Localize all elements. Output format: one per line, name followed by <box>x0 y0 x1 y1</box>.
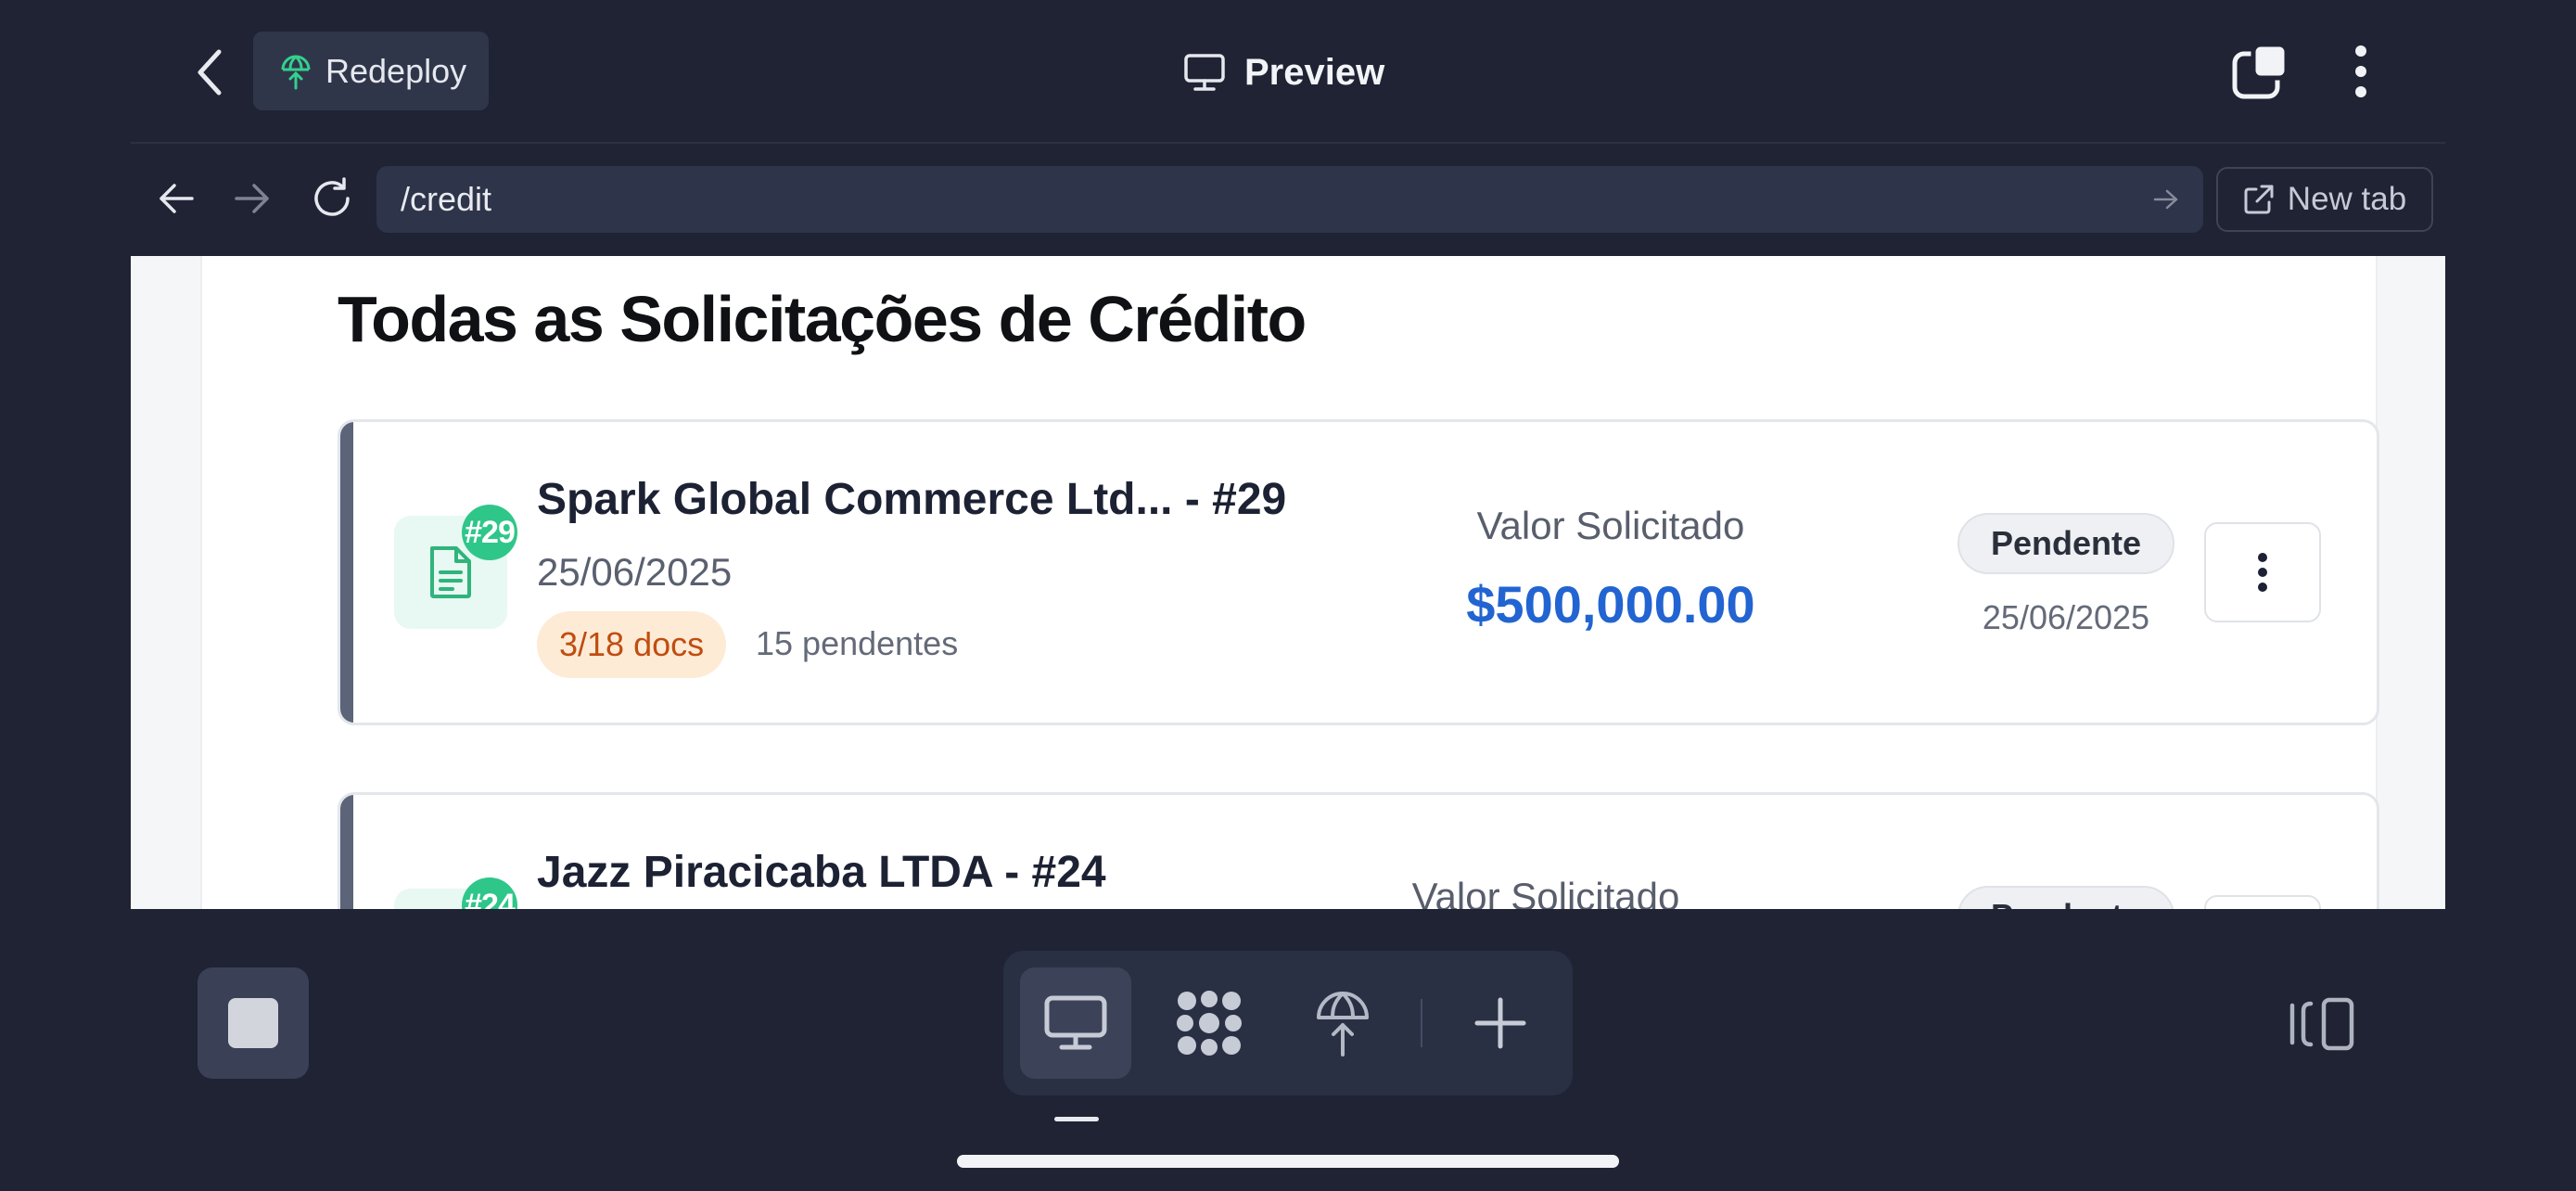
back-button[interactable] <box>182 41 237 104</box>
new-tab-button[interactable]: New tab <box>2216 167 2433 232</box>
requested-value-label: Valor Solicitado <box>1476 504 1745 547</box>
panel-toggle-button[interactable] <box>2287 992 2357 1056</box>
redeploy-button[interactable]: Redeploy <box>253 32 489 110</box>
card-more-button[interactable] <box>2204 522 2321 622</box>
preview-viewport: Todas as Solicitações de Crédito #29 Spa… <box>131 256 2445 909</box>
monitor-icon <box>1184 54 1225 91</box>
more-menu-button[interactable] <box>2337 37 2385 106</box>
dock-add-button[interactable] <box>1445 967 1556 1079</box>
home-indicator <box>957 1155 1619 1168</box>
plus-icon <box>1474 997 1526 1049</box>
kebab-icon <box>2258 553 2267 592</box>
dock-preview-button[interactable] <box>1020 967 1131 1079</box>
go-arrow-icon[interactable] <box>2153 188 2179 211</box>
new-tab-label: New tab <box>2287 181 2407 217</box>
company-name: Jazz Piracicaba LTDA - #24 <box>537 848 1106 897</box>
card-more-button[interactable] <box>2204 895 2321 909</box>
requested-value-amount: $500,000.00 <box>1466 575 1755 634</box>
kebab-icon <box>2355 45 2366 97</box>
chevron-left-icon <box>198 49 222 96</box>
dock-active-indicator <box>1054 1117 1099 1121</box>
reload-icon <box>314 177 350 216</box>
browser-back-button[interactable] <box>150 173 202 224</box>
tabs-icon <box>2232 43 2289 99</box>
redeploy-label: Redeploy <box>325 51 467 90</box>
preview-title: Preview <box>1183 45 1384 100</box>
card-accent-bar <box>340 795 353 909</box>
dock-workspace-button[interactable] <box>1154 967 1265 1079</box>
status-badge: Pendente <box>1958 886 2174 909</box>
deploy-icon <box>1317 992 1369 1057</box>
url-input[interactable]: /credit <box>376 166 2203 233</box>
page-heading: Todas as Solicitações de Crédito <box>338 283 1307 355</box>
workspace-icon <box>1177 991 1242 1056</box>
dock-separator <box>1421 999 1422 1047</box>
content-panel: Todas as Solicitações de Crédito #29 Spa… <box>200 256 2379 909</box>
url-text: /credit <box>401 180 492 218</box>
reload-button[interactable] <box>304 171 360 226</box>
credit-request-card[interactable]: #29 Spark Global Commerce Ltd... - #29 2… <box>338 419 2379 725</box>
requested-value-label: Valor Solicitado <box>1411 875 1680 909</box>
dock-deploy-button[interactable] <box>1287 967 1398 1079</box>
pending-docs-count: 15 pendentes <box>756 624 959 662</box>
sidebar-toggle-icon <box>2289 997 2354 1051</box>
request-date: 25/06/2025 <box>537 550 733 594</box>
browser-forward-button[interactable] <box>226 173 278 224</box>
stop-button[interactable] <box>198 967 309 1079</box>
stop-icon <box>228 998 278 1048</box>
request-number-badge: #29 <box>462 505 517 560</box>
request-number-badge: #24 <box>462 877 517 909</box>
header-divider <box>131 142 2445 144</box>
tabs-button[interactable] <box>2229 43 2289 102</box>
credit-request-card[interactable]: #24 Jazz Piracicaba LTDA - #24 Valor Sol… <box>338 792 2379 909</box>
arrow-left-icon <box>159 184 194 213</box>
company-name: Spark Global Commerce Ltd... - #29 <box>537 475 1287 524</box>
preview-title-label: Preview <box>1244 51 1385 93</box>
external-link-icon <box>2244 185 2274 214</box>
monitor-icon <box>1044 995 1107 1050</box>
card-accent-bar <box>340 422 353 723</box>
document-icon <box>430 546 471 598</box>
bottom-dock <box>1003 951 1573 1095</box>
status-date: 25/06/2025 <box>1982 598 2150 636</box>
arrow-right-icon <box>235 184 269 213</box>
status-badge: Pendente <box>1958 513 2174 574</box>
docs-progress-badge: 3/18 docs <box>537 611 727 678</box>
deploy-icon <box>281 55 311 89</box>
